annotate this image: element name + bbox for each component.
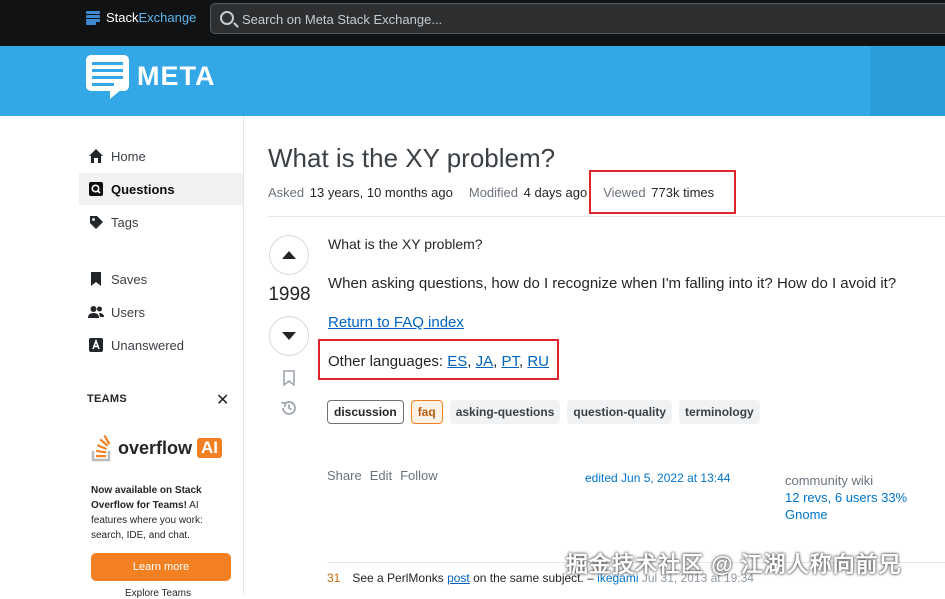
search-input[interactable] — [242, 10, 922, 28]
meta-logo-text: META — [137, 60, 216, 91]
views-highlight-box — [589, 170, 736, 214]
wiki-user-link[interactable]: Gnome — [785, 506, 907, 523]
site-banner: META — [0, 46, 945, 116]
community-wiki-info: community wiki 12 revs, 6 users 33% Gnom… — [785, 473, 908, 523]
learn-more-button[interactable]: Learn more — [91, 553, 231, 581]
search-box[interactable] — [210, 3, 945, 34]
edited-link[interactable]: edited Jun 5, 2022 at 13:44 — [585, 471, 730, 485]
history-icon — [281, 401, 296, 415]
stackoverflow-icon — [91, 434, 111, 462]
search-icon — [220, 11, 234, 25]
languages-highlight-box — [318, 339, 559, 380]
nav-item-saves[interactable]: Saves — [79, 263, 243, 295]
tag-question-quality[interactable]: question-quality — [567, 400, 673, 424]
nav-item-users[interactable]: Users — [79, 296, 243, 328]
bookmark-outline-icon — [283, 370, 295, 386]
teams-heading: TEAMS — [87, 393, 127, 405]
history-button[interactable] — [279, 398, 299, 418]
arrow-down-icon — [282, 332, 296, 340]
top-bar: StackExchange — [0, 0, 945, 46]
bookmark-icon — [88, 271, 104, 287]
tag-faq[interactable]: faq — [410, 400, 443, 424]
home-icon — [88, 148, 104, 164]
comment-post-link[interactable]: post — [447, 571, 470, 585]
upvote-button[interactable] — [269, 235, 309, 275]
tag-list: discussion faq asking-questions question… — [327, 400, 760, 424]
tag-asking-questions[interactable]: asking-questions — [449, 400, 561, 424]
question-title[interactable]: What is the XY problem? — [268, 143, 555, 174]
modified-value[interactable]: 4 days ago — [524, 185, 588, 200]
tag-icon — [88, 214, 104, 230]
question-body-line2: When asking questions, how do I recogniz… — [328, 275, 897, 292]
nav-item-tags[interactable]: Tags — [79, 206, 243, 238]
teams-promo-text: Now available on Stack Overflow for Team… — [91, 485, 203, 541]
vote-count: 1998 — [268, 284, 311, 305]
downvote-button[interactable] — [269, 316, 309, 356]
comment-score: 31 — [327, 571, 341, 585]
watermark: 掘金技术社区 @ 江湖人称向前兄 — [566, 552, 902, 577]
close-icon[interactable]: ✕ — [216, 390, 229, 410]
questions-icon — [88, 181, 104, 197]
edit-link[interactable]: Edit — [370, 468, 392, 483]
faq-index-link[interactable]: Return to FAQ index — [328, 314, 464, 331]
faq-index-link-wrap: Return to FAQ index — [328, 314, 464, 331]
tag-discussion[interactable]: discussion — [327, 400, 404, 424]
unanswered-icon — [88, 337, 104, 353]
nav-item-questions[interactable]: Questions — [79, 173, 243, 205]
post-menu: Share Edit Follow — [327, 468, 438, 483]
bookmark-button[interactable] — [279, 368, 299, 388]
follow-link[interactable]: Follow — [400, 468, 438, 483]
stackexchange-icon — [86, 10, 100, 25]
overflow-ai-logo: overflow AI — [91, 434, 223, 462]
tag-terminology[interactable]: terminology — [679, 400, 760, 424]
users-icon — [88, 304, 104, 320]
meta-logo-icon — [86, 55, 129, 99]
stackexchange-logo[interactable]: StackExchange — [86, 10, 196, 25]
asked-value: 13 years, 10 months ago — [309, 185, 453, 200]
wiki-revs-link[interactable]: 12 revs, 6 users 33% — [785, 489, 907, 506]
nav-item-home[interactable]: Home — [79, 140, 243, 172]
share-link[interactable]: Share — [327, 468, 362, 483]
arrow-up-icon — [282, 251, 296, 259]
question-body-line1: What is the XY problem? — [328, 236, 483, 252]
nav-item-unanswered[interactable]: Unanswered — [79, 329, 243, 361]
divider — [268, 216, 945, 217]
meta-logo[interactable]: META — [86, 55, 216, 99]
left-sidebar: Home Questions Tags Saves Users Unanswer… — [79, 116, 244, 599]
